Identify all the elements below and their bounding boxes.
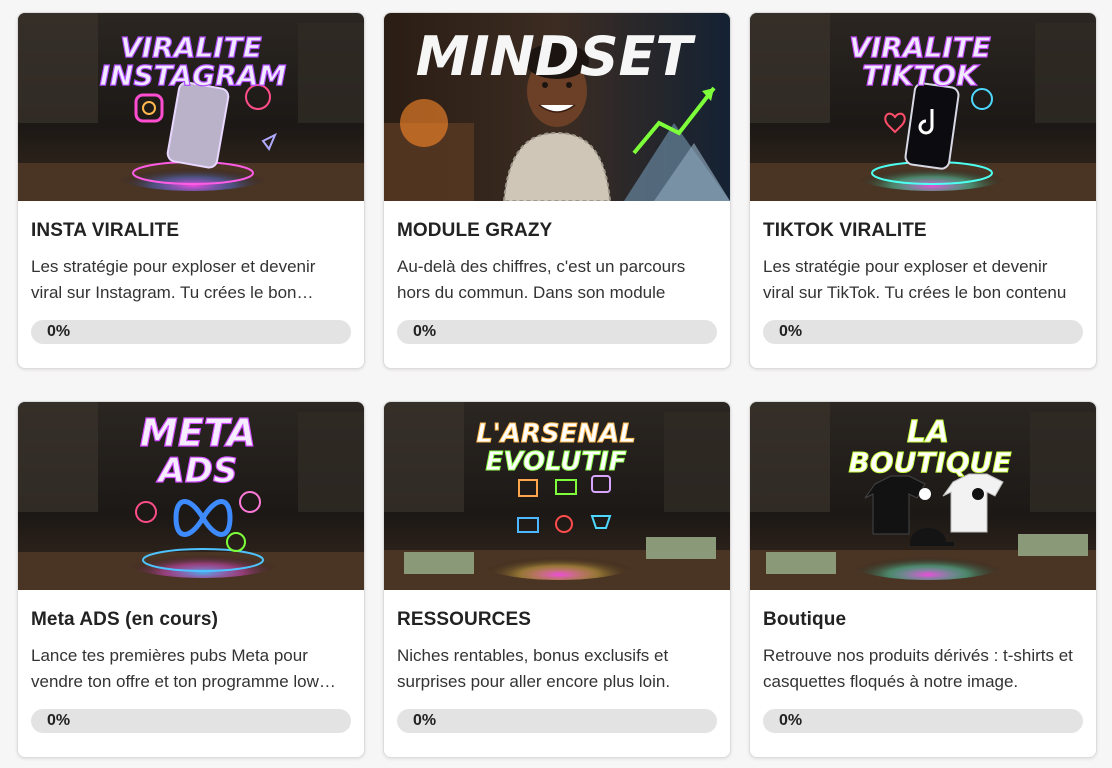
- course-title[interactable]: Boutique: [763, 608, 1083, 632]
- meta-ads-thumbnail-art: META ADS: [18, 402, 364, 590]
- thumb-line-1: MINDSET: [416, 25, 697, 88]
- course-title[interactable]: Meta ADS (en cours): [31, 608, 351, 632]
- progress-label: 0%: [779, 712, 803, 729]
- course-card-tiktok-viralite[interactable]: VIRALITE TIKTOK TIKTOK VIRALITE Les stra…: [749, 12, 1097, 369]
- progress-bar: 0%: [31, 709, 351, 733]
- progress-label: 0%: [47, 712, 71, 729]
- course-card-boutique[interactable]: LA BOUTIQUE Boutique Retrouve nos produi…: [749, 401, 1097, 758]
- boutique-thumbnail-art: LA BOUTIQUE: [750, 402, 1096, 590]
- progress-label: 0%: [413, 712, 437, 729]
- thumb-line-1: LA: [907, 415, 949, 450]
- course-thumbnail[interactable]: MINDSET: [384, 13, 730, 201]
- progress-label: 0%: [779, 323, 803, 340]
- thumb-line-2: ADS: [155, 451, 237, 491]
- course-title[interactable]: TIKTOK VIRALITE: [763, 219, 1083, 243]
- course-grid: VIRALITE INSTAGRAM INSTA VIRALITE Les st…: [0, 0, 1112, 768]
- thumb-line-2: INSTAGRAM: [100, 59, 287, 92]
- course-card-module-grazy[interactable]: MINDSET MODULE GRAZY Au-delà des chiffre…: [383, 12, 731, 369]
- course-title[interactable]: INSTA VIRALITE: [31, 219, 351, 243]
- progress-bar: 0%: [397, 709, 717, 733]
- mindset-thumbnail-art: MINDSET: [384, 13, 730, 201]
- course-thumbnail[interactable]: VIRALITE INSTAGRAM: [18, 13, 364, 201]
- arsenal-thumbnail-art: L'ARSENAL EVOLUTIF: [384, 402, 730, 590]
- thumb-line-1: META: [140, 411, 256, 455]
- progress-bar: 0%: [763, 320, 1083, 344]
- course-title[interactable]: MODULE GRAZY: [397, 219, 717, 243]
- thumb-line-2: BOUTIQUE: [848, 446, 1011, 479]
- course-thumbnail[interactable]: L'ARSENAL EVOLUTIF: [384, 402, 730, 590]
- tiktok-thumbnail-art: VIRALITE TIKTOK: [750, 13, 1096, 201]
- course-description: Niches rentables, bonus exclusifs et sur…: [397, 646, 671, 691]
- progress-bar: 0%: [397, 320, 717, 344]
- course-card-meta-ads[interactable]: META ADS Meta ADS (en cours) Lance tes p…: [17, 401, 365, 758]
- instagram-thumbnail-art: VIRALITE INSTAGRAM: [18, 13, 364, 201]
- course-card-ressources[interactable]: L'ARSENAL EVOLUTIF RESSOURCES Niches ren…: [383, 401, 731, 758]
- course-description: Retrouve nos produits dérivés : t-shirts…: [763, 646, 1073, 691]
- progress-label: 0%: [47, 323, 71, 340]
- course-thumbnail[interactable]: META ADS: [18, 402, 364, 590]
- thumb-line-1: L'ARSENAL: [476, 419, 636, 449]
- course-thumbnail[interactable]: VIRALITE TIKTOK: [750, 13, 1096, 201]
- course-thumbnail[interactable]: LA BOUTIQUE: [750, 402, 1096, 590]
- course-description: Au-delà des chiffres, c'est un parcours …: [397, 257, 686, 302]
- progress-bar: 0%: [763, 709, 1083, 733]
- course-description: Les stratégie pour exploser et devenir v…: [763, 257, 1067, 302]
- progress-bar: 0%: [31, 320, 351, 344]
- course-title[interactable]: RESSOURCES: [397, 608, 717, 632]
- course-description: Les stratégie pour exploser et devenir v…: [31, 257, 316, 302]
- thumb-line-2: EVOLUTIF: [486, 447, 627, 477]
- course-description: Lance tes premières pubs Meta pour vendr…: [31, 646, 319, 691]
- course-card-insta-viralite[interactable]: VIRALITE INSTAGRAM INSTA VIRALITE Les st…: [17, 12, 365, 369]
- thumb-line-2: TIKTOK: [862, 59, 980, 92]
- progress-label: 0%: [413, 323, 437, 340]
